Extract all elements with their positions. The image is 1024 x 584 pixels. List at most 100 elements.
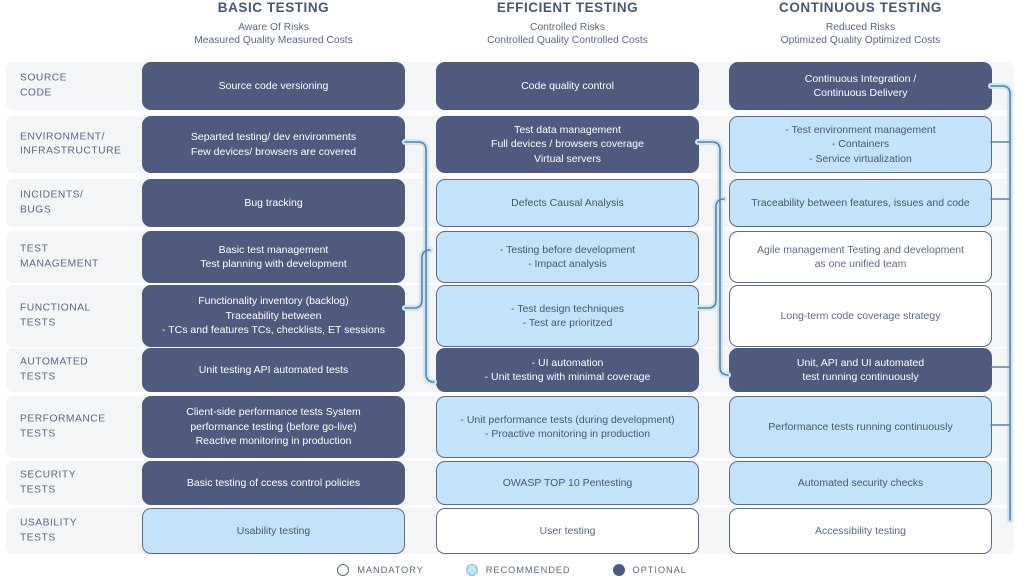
column-subtitle-line2: Optimized Quality Optimized Costs <box>780 35 941 46</box>
practice-card-line: Code quality control <box>521 79 614 92</box>
column-header-efficient: EFFICIENT TESTING Controlled Risks Contr… <box>436 0 699 47</box>
matrix-row-functional-tests: FUNCTIONAL TESTS Functionality inventory (… <box>0 285 1014 347</box>
row-label: SECURITY TESTS <box>20 469 76 498</box>
legend-label: MANDATORY <box>357 565 424 575</box>
row-label-line2: TESTS <box>20 532 56 543</box>
practice-card-line: Basic test management <box>218 243 329 256</box>
practice-card[interactable]: - Test environment management - Container… <box>729 116 992 173</box>
practice-card-line: OWASP TOP 10 Pentesting <box>502 476 633 489</box>
practice-card-line: Virtual servers <box>534 152 601 165</box>
roadmap-canvas: BASIC TESTING Aware Of Risks Measured Qu… <box>0 0 1024 584</box>
practice-card-line: - Testing before development <box>499 243 636 256</box>
row-label-line1: ENVIRONMENT/ <box>20 131 105 142</box>
column-title: CONTINUOUS TESTING <box>779 0 942 15</box>
matrix-row-performance-tests: PERFORMANCE TESTS Client-side performance … <box>0 396 1014 458</box>
row-label-line1: SECURITY <box>20 469 77 481</box>
practice-card[interactable]: Basic testing of ccess control policies <box>142 461 405 505</box>
practice-card[interactable]: Continuous Integration / Continuous Deliv… <box>729 62 992 110</box>
practice-card[interactable]: OWASP TOP 10 Pentesting <box>436 461 699 505</box>
practice-card-line: - Unit performance tests (during develop… <box>460 413 675 426</box>
practice-card-line: Basic testing of ccess control policies <box>186 476 361 489</box>
practice-card-line: - Test are prioritzed <box>522 317 613 329</box>
recommended-dot-icon <box>465 564 478 576</box>
row-label-line2: TESTS <box>20 428 56 439</box>
matrix-row-security-tests: SECURITY TESTS Basic testing of ccess cont… <box>0 461 1014 505</box>
practice-card-text: Basic testing of ccess control policies <box>187 476 360 491</box>
practice-card-line: - UI automation <box>531 356 604 369</box>
practice-card-text: User testing <box>539 524 595 539</box>
practice-card[interactable]: Functionality inventory (backlog) Traceab… <box>142 285 405 347</box>
row-label: PERFORMANCE TESTS <box>20 413 106 442</box>
practice-card[interactable]: Client-side performance tests System perf… <box>142 396 405 458</box>
practice-card-text: Traceability between features, issues an… <box>751 196 970 211</box>
practice-card-line: Separted testing/ dev environments <box>190 131 357 143</box>
row-label-line2: CODE <box>20 87 52 98</box>
practice-card-line: Defects Causal Analysis <box>511 196 624 209</box>
practice-card[interactable]: - Test design techniques - Test are prior… <box>436 285 699 347</box>
legend-item-optional: OPTIONAL <box>612 564 687 576</box>
practice-card[interactable]: Automated security checks <box>729 461 992 505</box>
practice-card-text: Automated security checks <box>798 476 923 491</box>
row-label-line2: MANAGEMENT <box>20 258 99 269</box>
row-label: TEST MANAGEMENT <box>20 243 99 272</box>
practice-card-text: - Test design techniques - Test are prior… <box>511 302 624 331</box>
practice-card-line: Agile management Testing and development <box>756 243 965 256</box>
matrix-row-source-code: SOURCE CODE Source code versioning Code qua… <box>0 62 1014 110</box>
column-header-basic: BASIC TESTING Aware Of Risks Measured Qu… <box>142 0 405 47</box>
practice-card[interactable]: - UI automation - Unit testing with minim… <box>436 348 699 392</box>
matrix-row-environment-infrastructure: ENVIRONMENT/INFRASTRUCTURE Separted testi… <box>0 116 1014 173</box>
row-label-line2: INFRASTRUCTURE <box>20 145 122 157</box>
practice-card-text: OWASP TOP 10 Pentesting <box>503 476 633 491</box>
practice-card-line: Functionality inventory (backlog) <box>198 295 349 308</box>
practice-card[interactable]: Defects Causal Analysis <box>436 179 699 227</box>
practice-card[interactable]: Bug tracking <box>142 179 405 227</box>
practice-card[interactable]: Agile management Testing and development… <box>729 231 992 283</box>
practice-card-text: Separted testing/ dev environments Few de… <box>191 130 356 159</box>
row-label-line2: TESTS <box>20 371 56 382</box>
practice-card-line: performance testing (before go-live) <box>190 420 357 433</box>
practice-card-line: Accessibility testing <box>814 524 907 537</box>
practice-card[interactable]: Usability testing <box>142 508 405 554</box>
practice-card-line: Performance tests running continuously <box>768 420 953 433</box>
practice-card-text: Bug tracking <box>244 196 302 211</box>
practice-card[interactable]: User testing <box>436 508 699 554</box>
practice-card-line: - TCs and features TCs, checklists, ET s… <box>162 324 385 337</box>
practice-card-line: Usability testing <box>236 524 311 537</box>
practice-card[interactable]: Basic test management Test planning with … <box>142 231 405 283</box>
practice-card-text: Continuous Integration / Continuous Deliv… <box>805 72 917 101</box>
legend-label: RECOMMENDED <box>485 565 571 575</box>
practice-card-text: Code quality control <box>521 79 614 94</box>
practice-card-line: - Test design techniques <box>510 302 625 315</box>
practice-card[interactable]: Source code versioning <box>142 62 405 110</box>
mandatory-dot-icon <box>337 564 350 576</box>
legend-label: OPTIONAL <box>632 565 687 575</box>
practice-card[interactable]: Accessibility testing <box>729 508 992 554</box>
practice-card-line: Full devices / browsers coverage <box>491 138 644 151</box>
practice-card-line: - Unit testing with minimal coverage <box>484 371 651 383</box>
practice-card[interactable]: Traceability between features, issues an… <box>729 179 992 227</box>
row-label-line2: TESTS <box>20 484 56 495</box>
practice-card[interactable]: - Testing before development - Impact ana… <box>436 231 699 283</box>
practice-card-line: Reactive monitoring in production <box>195 435 352 448</box>
practice-card-text: Source code versioning <box>219 79 329 94</box>
practice-card-line: - Proactive monitoring in production <box>484 428 651 440</box>
practice-card-text: Test data management Full devices / brows… <box>491 123 644 167</box>
practice-card[interactable]: Test data management Full devices / brows… <box>436 116 699 173</box>
practice-card[interactable]: Long-term code coverage strategy <box>729 285 992 347</box>
practice-card[interactable]: - Unit performance tests (during develop… <box>436 396 699 458</box>
optional-dot-icon <box>612 564 625 576</box>
practice-card[interactable]: Unit, API and UI automated test running c… <box>729 348 992 392</box>
row-label: INCIDENTS/BUGS <box>20 189 83 218</box>
practice-card-line: Bug tracking <box>244 196 303 209</box>
practice-card-text: - Unit performance tests (during develop… <box>460 413 674 442</box>
practice-card[interactable]: Performance tests running continuously <box>729 396 992 458</box>
row-label-line1: SOURCE <box>20 72 68 84</box>
practice-card[interactable]: Code quality control <box>436 62 699 110</box>
row-label-line1: PERFORMANCE <box>20 413 106 425</box>
practice-card[interactable]: Unit testing API automated tests <box>142 348 405 392</box>
practice-card-text: - Test environment management - Container… <box>785 123 935 167</box>
practice-card[interactable]: Separted testing/ dev environments Few de… <box>142 116 405 173</box>
row-label-line1: AUTOMATED <box>20 356 89 368</box>
legend-item-mandatory: MANDATORY <box>337 564 423 576</box>
column-subtitle: Controlled Risks Controlled Quality Cont… <box>436 21 699 47</box>
